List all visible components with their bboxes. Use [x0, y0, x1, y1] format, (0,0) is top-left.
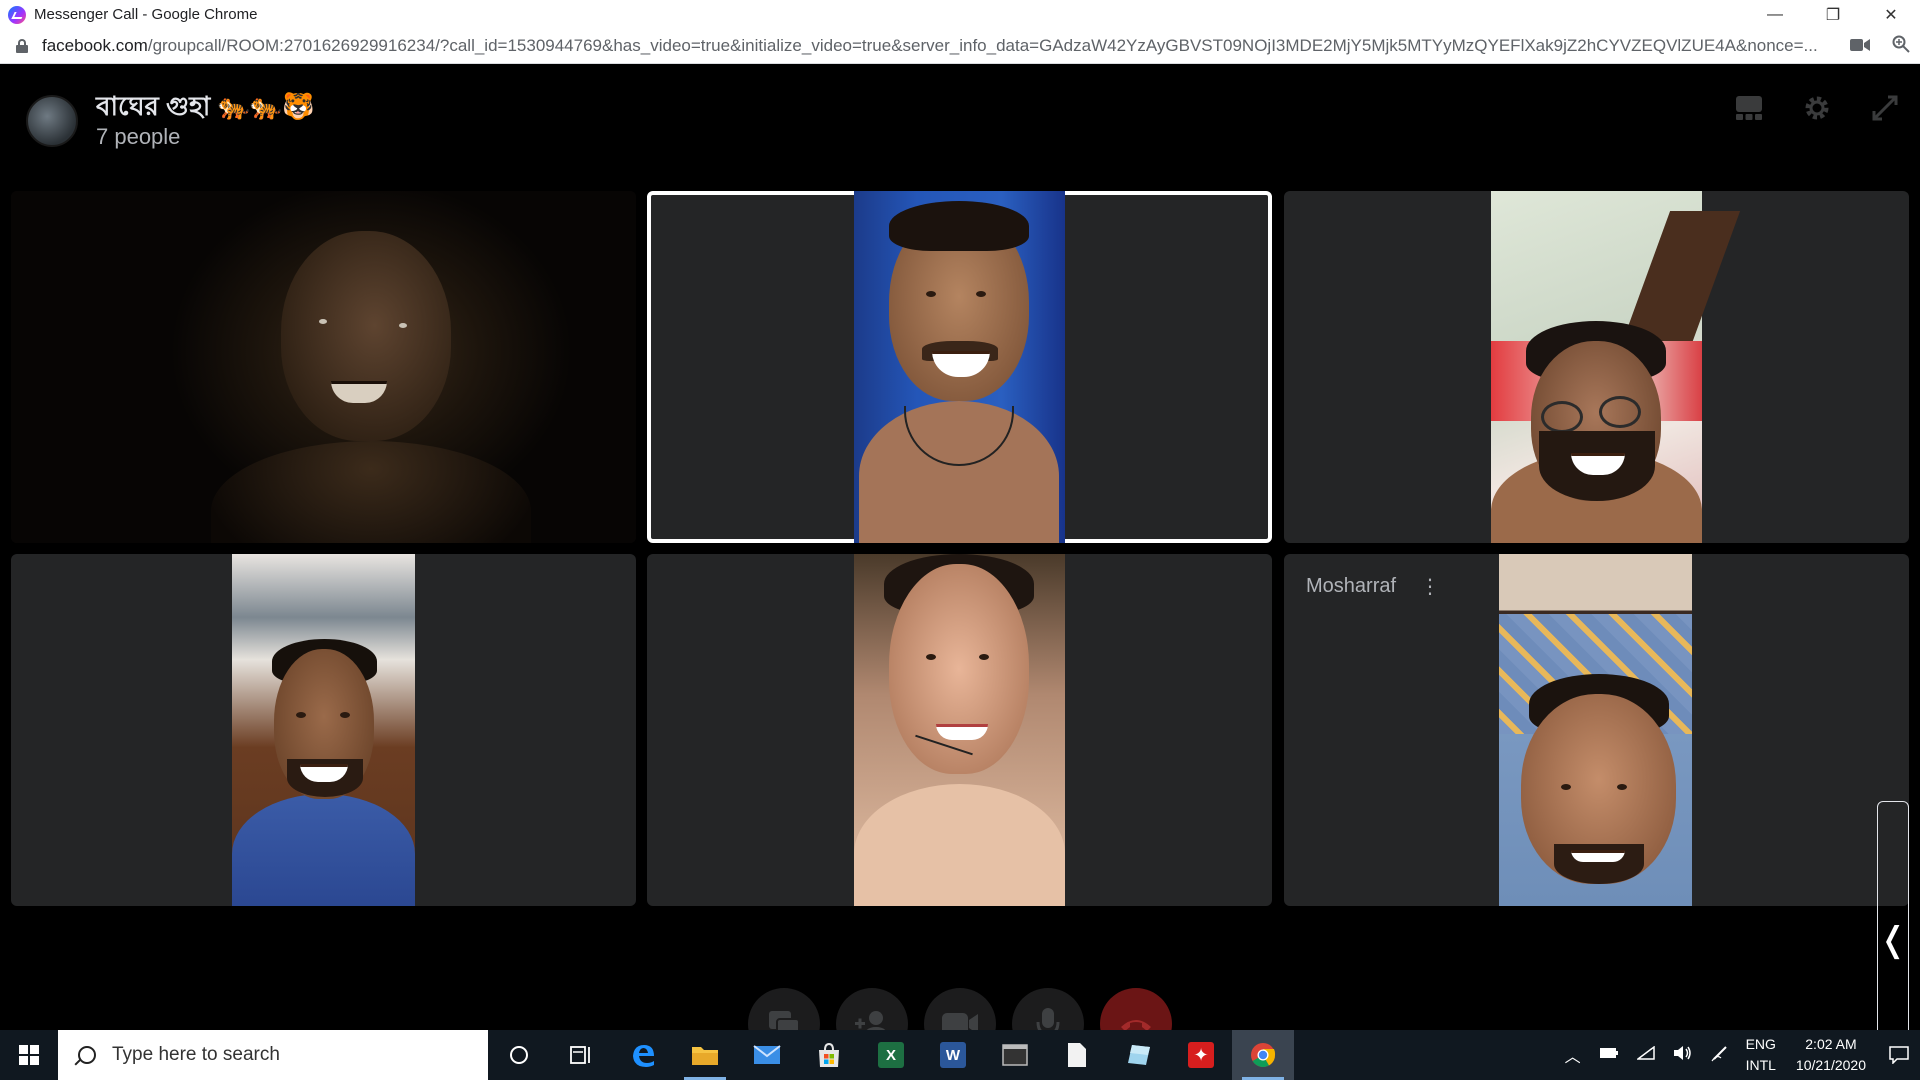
document-icon[interactable] [1046, 1030, 1108, 1080]
participant-tile[interactable] [647, 554, 1272, 906]
camera-permission-icon[interactable] [1850, 37, 1870, 57]
close-button[interactable]: ✕ [1862, 0, 1920, 29]
address-bar[interactable]: facebook.com/groupcall/ROOM:270162692991… [0, 29, 1920, 64]
window-titlebar: Messenger Call - Google Chrome — ❐ ✕ [0, 0, 1920, 29]
participant-video [11, 191, 636, 543]
edge-browser-icon[interactable] [612, 1030, 674, 1080]
clock-time: 2:02 AM [1805, 1036, 1857, 1052]
window-title: Messenger Call - Google Chrome [34, 6, 258, 23]
clock-date: 10/21/2020 [1795, 1057, 1866, 1073]
search-icon [78, 1046, 96, 1064]
word-icon[interactable]: W [922, 1030, 984, 1080]
participant-video [232, 554, 415, 906]
window-controls: — ❐ ✕ [1746, 0, 1920, 29]
start-button[interactable] [0, 1030, 58, 1080]
task-view-icon[interactable] [550, 1030, 612, 1080]
input-language[interactable]: ENG INTL [1746, 1034, 1776, 1076]
search-placeholder: Type here to search [112, 1044, 280, 1065]
top-toolbar [1734, 93, 1900, 123]
restore-button[interactable]: ❐ [1804, 0, 1862, 29]
windows-logo-icon [19, 1045, 39, 1065]
participant-tile[interactable] [11, 191, 636, 543]
wifi-icon[interactable] [1635, 1045, 1655, 1065]
notification-center-icon[interactable] [1878, 1030, 1920, 1080]
participant-name: Mosharraf [1306, 575, 1397, 597]
call-header: বাঘের গুহা 🐅🐅🐯 7 people [26, 91, 315, 151]
notes-app-icon[interactable] [1108, 1030, 1170, 1080]
lock-icon[interactable] [16, 39, 28, 53]
messenger-icon [8, 5, 26, 24]
excel-icon[interactable]: X [860, 1030, 922, 1080]
url-text[interactable]: facebook.com/groupcall/ROOM:270162692991… [42, 36, 1822, 56]
participant-video [854, 191, 1065, 543]
store-icon[interactable] [798, 1030, 860, 1080]
participant-tile[interactable]: Mosharraf ⋮ [1284, 554, 1909, 906]
participant-tile[interactable] [1284, 191, 1909, 543]
zoom-icon[interactable] [1892, 35, 1910, 58]
address-bar-icons [1850, 29, 1910, 64]
file-explorer-icon[interactable] [674, 1030, 736, 1080]
acrobat-reader-icon[interactable]: ✦ [1170, 1030, 1232, 1080]
participant-video [854, 554, 1065, 906]
layout-icon[interactable] [1734, 93, 1764, 123]
participant-tile-active[interactable] [647, 191, 1272, 543]
participant-video [1499, 554, 1692, 906]
participant-name-label: Mosharraf ⋮ [1306, 574, 1440, 599]
participant-count: 7 people [96, 124, 181, 149]
terminal-icon[interactable] [984, 1030, 1046, 1080]
participant-tile[interactable] [11, 554, 636, 906]
volume-icon[interactable] [1673, 1045, 1693, 1066]
pen-icon[interactable] [1711, 1044, 1729, 1067]
cortana-icon[interactable] [488, 1030, 550, 1080]
chrome-icon[interactable] [1232, 1030, 1294, 1080]
battery-icon[interactable] [1599, 1046, 1619, 1064]
taskbar-search-box[interactable]: Type here to search [58, 1030, 488, 1080]
show-hidden-icons-icon[interactable]: ︿ [1565, 1043, 1581, 1067]
mail-icon[interactable] [736, 1030, 798, 1080]
fullscreen-icon[interactable] [1870, 93, 1900, 123]
minimize-button[interactable]: — [1746, 0, 1804, 29]
group-name: বাঘের গুহা 🐅🐅🐯 [96, 91, 315, 121]
participant-video [1491, 191, 1741, 543]
taskbar-apps: X W ✦ [488, 1030, 1294, 1080]
taskbar-clock[interactable]: 2:02 AM 10/21/2020 [1796, 1034, 1866, 1076]
group-avatar[interactable] [26, 95, 78, 147]
system-tray: ︿ ENG INTL 2:02 AM 10/21/2020 [1556, 1030, 1920, 1080]
more-options-icon[interactable]: ⋮ [1420, 574, 1440, 599]
settings-gear-icon[interactable] [1802, 93, 1832, 123]
windows-taskbar: Type here to search X W ✦ ︿ ENG INTL 2:0… [0, 1030, 1920, 1080]
call-area: বাঘের গুহা 🐅🐅🐯 7 people Mosharraf ⋮ ❬ [0, 65, 1920, 1079]
